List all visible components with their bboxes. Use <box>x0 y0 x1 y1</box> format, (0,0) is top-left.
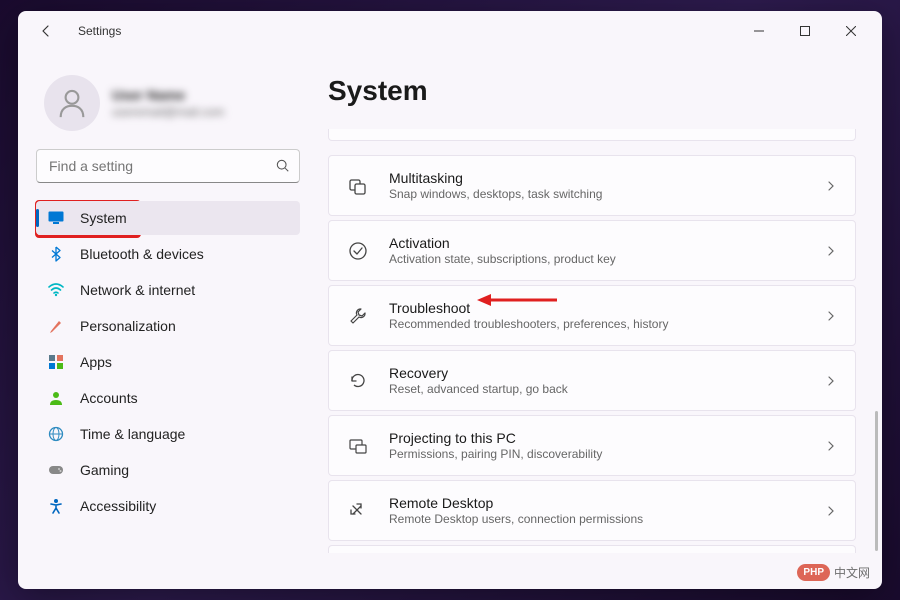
apps-icon <box>48 354 64 370</box>
card-recovery[interactable]: Recovery Reset, advanced startup, go bac… <box>328 350 856 411</box>
settings-window: Settings User Name useremail@mail.com <box>18 11 882 589</box>
card-desc: Reset, advanced startup, go back <box>389 382 805 396</box>
search-input[interactable] <box>36 149 300 183</box>
card-activation[interactable]: Activation Activation state, subscriptio… <box>328 220 856 281</box>
card-desc: Remote Desktop users, connection permiss… <box>389 512 805 526</box>
display-icon <box>48 210 64 226</box>
search-box <box>36 149 300 183</box>
maximize-icon <box>800 26 810 36</box>
chevron-right-icon <box>825 505 837 517</box>
card-text: Projecting to this PC Permissions, pairi… <box>389 430 805 461</box>
sidebar-item-accounts[interactable]: Accounts <box>36 381 300 415</box>
maximize-button[interactable] <box>782 15 828 47</box>
accessibility-icon <box>48 498 64 514</box>
card-title: Multitasking <box>389 170 805 186</box>
back-button[interactable] <box>30 15 62 47</box>
card-title: Projecting to this PC <box>389 430 805 446</box>
gamepad-icon <box>48 462 64 478</box>
sidebar-item-network[interactable]: Network & internet <box>36 273 300 307</box>
settings-cards: Multitasking Snap windows, desktops, tas… <box>328 129 856 563</box>
card-text: Activation Activation state, subscriptio… <box>389 235 805 266</box>
card-desc: Snap windows, desktops, task switching <box>389 187 805 201</box>
sidebar-item-label: Network & internet <box>80 282 195 298</box>
sidebar-item-system[interactable]: System <box>36 201 300 235</box>
recovery-icon <box>347 370 369 392</box>
chevron-right-icon <box>825 245 837 257</box>
card-partial-top[interactable] <box>328 129 856 141</box>
card-title: Remote Desktop <box>389 495 805 511</box>
sidebar-item-bluetooth[interactable]: Bluetooth & devices <box>36 237 300 271</box>
sidebar-item-label: Apps <box>80 354 112 370</box>
globe-clock-icon <box>48 426 64 442</box>
card-desc: Permissions, pairing PIN, discoverabilit… <box>389 447 805 461</box>
titlebar: Settings <box>18 11 882 51</box>
avatar <box>44 75 100 131</box>
sidebar: User Name useremail@mail.com System Blue… <box>18 51 318 589</box>
card-multitasking[interactable]: Multitasking Snap windows, desktops, tas… <box>328 155 856 216</box>
chevron-right-icon <box>825 310 837 322</box>
arrow-left-icon <box>38 23 54 39</box>
search-icon <box>276 159 290 173</box>
card-troubleshoot[interactable]: Troubleshoot Recommended troubleshooters… <box>328 285 856 346</box>
sidebar-item-label: Gaming <box>80 462 129 478</box>
card-text: Troubleshoot Recommended troubleshooters… <box>389 300 805 331</box>
nav: System Bluetooth & devices Network & int… <box>36 201 300 523</box>
window-title: Settings <box>78 24 121 38</box>
card-text: Multitasking Snap windows, desktops, tas… <box>389 170 805 201</box>
brush-icon <box>48 318 64 334</box>
sidebar-item-apps[interactable]: Apps <box>36 345 300 379</box>
window-body: User Name useremail@mail.com System Blue… <box>18 51 882 589</box>
person-icon <box>48 390 64 406</box>
card-projecting[interactable]: Projecting to this PC Permissions, pairi… <box>328 415 856 476</box>
user-email: useremail@mail.com <box>112 105 224 119</box>
content-area: System Multitasking Snap windows, deskto… <box>318 51 882 589</box>
card-text: Recovery Reset, advanced startup, go bac… <box>389 365 805 396</box>
sidebar-item-label: System <box>80 210 127 226</box>
minimize-icon <box>754 26 764 36</box>
close-button[interactable] <box>828 15 874 47</box>
chevron-right-icon <box>825 180 837 192</box>
troubleshoot-icon <box>347 305 369 327</box>
card-title: Recovery <box>389 365 805 381</box>
sidebar-item-label: Bluetooth & devices <box>80 246 204 262</box>
minimize-button[interactable] <box>736 15 782 47</box>
card-partial-bottom[interactable] <box>328 545 856 553</box>
card-desc: Recommended troubleshooters, preferences… <box>389 317 805 331</box>
card-title: Activation <box>389 235 805 251</box>
sidebar-item-label: Personalization <box>80 318 176 334</box>
sidebar-item-label: Time & language <box>80 426 185 442</box>
chevron-right-icon <box>825 440 837 452</box>
sidebar-item-personalization[interactable]: Personalization <box>36 309 300 343</box>
sidebar-item-accessibility[interactable]: Accessibility <box>36 489 300 523</box>
activation-icon <box>347 240 369 262</box>
card-title: Troubleshoot <box>389 300 805 316</box>
sidebar-item-label: Accounts <box>80 390 138 406</box>
sidebar-item-gaming[interactable]: Gaming <box>36 453 300 487</box>
remote-desktop-icon <box>347 500 369 522</box>
user-info: User Name useremail@mail.com <box>112 87 224 119</box>
close-icon <box>846 26 856 36</box>
user-name: User Name <box>112 87 224 103</box>
bluetooth-icon <box>48 246 64 262</box>
window-controls <box>736 15 874 47</box>
wifi-icon <box>48 282 64 298</box>
user-profile[interactable]: User Name useremail@mail.com <box>36 51 300 149</box>
card-text: Remote Desktop Remote Desktop users, con… <box>389 495 805 526</box>
chevron-right-icon <box>825 375 837 387</box>
card-remote-desktop[interactable]: Remote Desktop Remote Desktop users, con… <box>328 480 856 541</box>
page-title: System <box>328 75 856 107</box>
projecting-icon <box>347 435 369 457</box>
sidebar-item-label: Accessibility <box>80 498 156 514</box>
sidebar-item-time-language[interactable]: Time & language <box>36 417 300 451</box>
scrollbar[interactable] <box>875 411 878 551</box>
card-desc: Activation state, subscriptions, product… <box>389 252 805 266</box>
person-icon <box>55 86 89 120</box>
multitasking-icon <box>347 175 369 197</box>
